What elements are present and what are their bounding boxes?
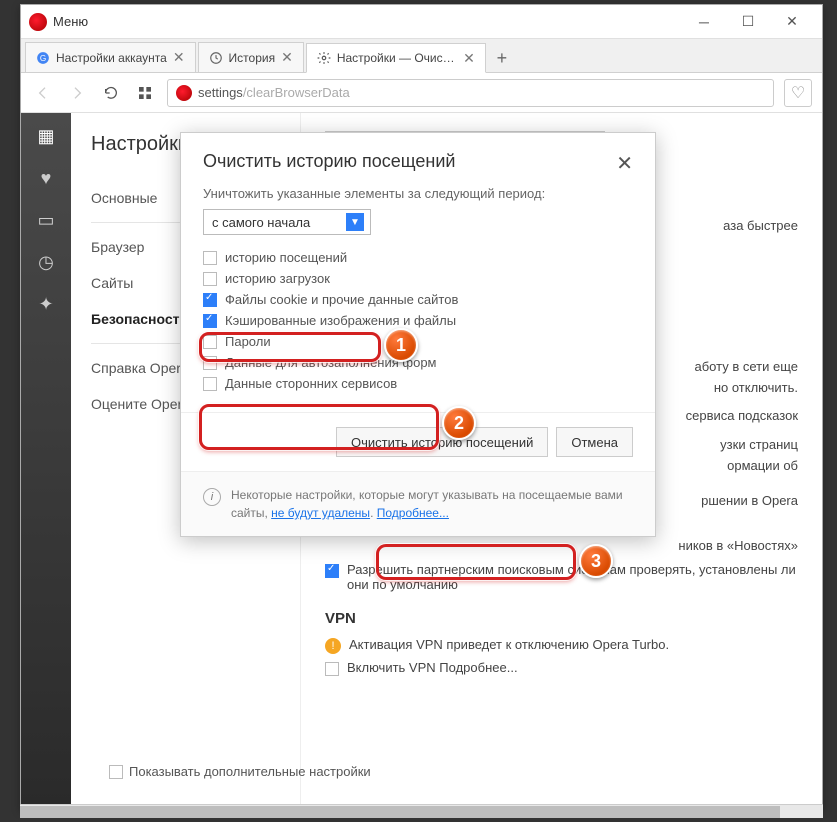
google-favicon-icon: G — [36, 51, 50, 65]
note-link-not-deleted[interactable]: не будут удалены — [271, 506, 370, 520]
speed-dial-icon[interactable]: ▦ — [35, 125, 57, 147]
checklist: историю посещений историю загрузок Файлы… — [203, 247, 633, 394]
titlebar: Меню ─ ☐ ✕ — [21, 5, 822, 39]
checkbox-icon — [203, 314, 217, 328]
minimize-button[interactable]: ─ — [682, 7, 726, 37]
url-text: settings/clearBrowserData — [198, 85, 350, 100]
annotation-marker-1: 1 — [384, 328, 418, 362]
news-icon[interactable]: ▭ — [35, 209, 57, 231]
vpn-heading: VPN — [325, 610, 798, 627]
checkbox-icon — [203, 251, 217, 265]
opera-logo-icon — [29, 13, 47, 31]
warning-icon: ! — [325, 638, 341, 654]
tab-close-icon[interactable]: ✕ — [173, 49, 185, 66]
tab-google-account[interactable]: G Настройки аккаунта ✕ — [25, 42, 196, 72]
back-button[interactable] — [31, 81, 55, 105]
history-icon[interactable]: ◷ — [35, 251, 57, 273]
checkbox-icon — [203, 356, 217, 370]
gear-favicon-icon — [317, 51, 331, 65]
check-cookies[interactable]: Файлы cookie и прочие данные сайтов — [203, 289, 633, 310]
text-fragment: ников в «Новостях» — [325, 536, 798, 557]
check-download-history[interactable]: историю загрузок — [203, 268, 633, 289]
vpn-enable-row[interactable]: Включить VPN Подробнее... — [325, 660, 798, 676]
dialog-close-button[interactable]: ✕ — [616, 151, 633, 176]
opera-badge-icon — [176, 85, 192, 101]
bookmarks-icon[interactable]: ♥ — [35, 167, 57, 189]
check-autofill[interactable]: Данные для автозаполнения форм — [203, 352, 633, 373]
dialog-note: i Некоторые настройки, которые могут ука… — [181, 471, 655, 536]
extensions-icon[interactable]: ✦ — [35, 293, 57, 315]
annotation-marker-2: 2 — [442, 406, 476, 440]
vpn-warning-row: ! Активация VPN приведет к отключению Op… — [325, 637, 798, 654]
speed-dial-button[interactable] — [133, 81, 157, 105]
note-text: Некоторые настройки, которые могут указы… — [231, 486, 633, 522]
check-passwords[interactable]: Пароли — [203, 331, 633, 352]
tab-bar: G Настройки аккаунта ✕ История ✕ Настрой… — [21, 39, 822, 73]
tab-settings[interactable]: Настройки — Очистить и ✕ — [306, 43, 486, 73]
forward-button[interactable] — [65, 81, 89, 105]
reload-button[interactable] — [99, 81, 123, 105]
dialog-header: Очистить историю посещений ✕ — [181, 133, 655, 186]
tab-label: История — [229, 51, 276, 65]
scrollbar-thumb[interactable] — [20, 806, 780, 818]
maximize-button[interactable]: ☐ — [726, 7, 770, 37]
sidebar: ▦ ♥ ▭ ◷ ✦ — [21, 113, 71, 809]
address-bar[interactable]: settings/clearBrowserData — [167, 79, 774, 107]
info-icon: i — [203, 488, 221, 506]
clock-favicon-icon — [209, 51, 223, 65]
checkbox-icon — [203, 272, 217, 286]
clear-data-dialog: Очистить историю посещений ✕ Уничтожить … — [180, 132, 656, 537]
dropdown-arrow-icon: ▼ — [346, 213, 364, 231]
clear-button[interactable]: Очистить историю посещений — [336, 427, 548, 457]
note-link-more[interactable]: Подробнее... — [377, 506, 449, 520]
checkbox-icon — [109, 765, 123, 779]
period-value: с самого начала — [212, 215, 310, 230]
horizontal-scrollbar[interactable] — [20, 804, 823, 818]
tab-close-icon[interactable]: ✕ — [463, 50, 475, 67]
tab-close-icon[interactable]: ✕ — [281, 49, 293, 66]
new-tab-button[interactable]: + — [488, 44, 516, 72]
partner-search-row[interactable]: Разрешить партнерским поисковым системам… — [325, 562, 798, 592]
tab-label: Настройки аккаунта — [56, 51, 167, 65]
checkbox-icon — [325, 662, 339, 676]
checkbox-icon — [203, 293, 217, 307]
dialog-body: Уничтожить указанные элементы за следующ… — [181, 186, 655, 412]
partner-label: Разрешить партнерским поисковым системам… — [347, 562, 798, 592]
vpn-warning-text: Активация VPN приведет к отключению Oper… — [349, 637, 669, 652]
annotation-marker-3: 3 — [579, 544, 613, 578]
dialog-title: Очистить историю посещений — [203, 151, 455, 172]
dialog-prompt: Уничтожить указанные элементы за следующ… — [203, 186, 633, 201]
close-window-button[interactable]: ✕ — [770, 7, 814, 37]
tab-history[interactable]: История ✕ — [198, 42, 304, 72]
period-select[interactable]: с самого начала ▼ — [203, 209, 371, 235]
vpn-enable-label: Включить VPN Подробнее... — [347, 660, 518, 675]
menu-label[interactable]: Меню — [53, 14, 88, 29]
check-browsing-history[interactable]: историю посещений — [203, 247, 633, 268]
tab-label: Настройки — Очистить и — [337, 51, 457, 65]
toolbar: settings/clearBrowserData ♡ — [21, 73, 822, 113]
bookmark-heart-button[interactable]: ♡ — [784, 79, 812, 107]
cancel-button[interactable]: Отмена — [556, 427, 633, 457]
check-thirdparty[interactable]: Данные сторонних сервисов — [203, 373, 633, 394]
checkbox-icon — [203, 377, 217, 391]
checkbox-icon — [325, 564, 339, 578]
check-cache[interactable]: Кэшированные изображения и файлы — [203, 310, 633, 331]
svg-text:G: G — [40, 53, 46, 62]
dialog-footer: Очистить историю посещений Отмена — [181, 412, 655, 471]
checkbox-icon — [203, 335, 217, 349]
